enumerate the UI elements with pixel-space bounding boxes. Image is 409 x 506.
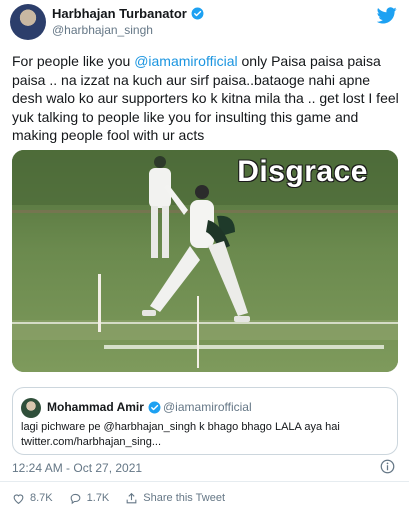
share-action[interactable]: Share this Tweet xyxy=(125,492,225,505)
quoted-link[interactable]: twitter.com/harbhajan_sing... xyxy=(21,435,391,450)
like-action[interactable]: 8.7K xyxy=(12,492,53,505)
share-label: Share this Tweet xyxy=(143,492,226,504)
author-name[interactable]: Harbhajan Turbanator xyxy=(52,6,204,21)
verified-badge-icon xyxy=(148,401,161,413)
quoted-author-avatar xyxy=(21,398,41,418)
quoted-author-name-text: Mohammad Amir xyxy=(47,400,144,414)
quoted-tweet[interactable]: Mohammad Amir @iamamirofficial lagi pich… xyxy=(12,387,398,455)
author-name-text: Harbhajan Turbanator xyxy=(52,6,187,21)
quoted-text-line: lagi pichware pe @harbhajan_singh k bhag… xyxy=(21,421,340,433)
tweet-actions: 8.7K 1.7K Share this Tweet xyxy=(12,490,241,506)
like-count: 8.7K xyxy=(30,492,53,504)
quoted-tweet-text: lagi pichware pe @harbhajan_singh k bhag… xyxy=(21,420,391,450)
quoted-author-name: Mohammad Amir xyxy=(47,400,161,414)
tweet-media-video[interactable]: Disgrace xyxy=(12,150,398,372)
tweet-timestamp[interactable]: 12:24 AM - Oct 27, 2021 xyxy=(12,461,142,475)
author-avatar[interactable] xyxy=(10,4,46,40)
reply-icon xyxy=(70,493,81,504)
quoted-author-handle: @iamamirofficial xyxy=(163,400,252,414)
reply-count: 1.7K xyxy=(86,492,110,504)
heart-icon xyxy=(13,493,24,504)
verified-badge-icon xyxy=(191,7,204,20)
tweet-card: Harbhajan Turbanator @harbhajan_singh Fo… xyxy=(0,0,409,505)
divider xyxy=(0,481,409,482)
author-handle[interactable]: @harbhajan_singh xyxy=(52,23,153,37)
share-icon xyxy=(126,492,137,503)
reply-action[interactable]: 1.7K xyxy=(69,492,110,505)
media-caption: Disgrace xyxy=(237,155,368,188)
twitter-bird-icon[interactable] xyxy=(377,7,397,24)
mention-link[interactable]: @iamamirofficial xyxy=(134,53,237,69)
info-icon[interactable] xyxy=(380,459,395,474)
tweet-text-prefix: For people like you xyxy=(12,53,135,69)
tweet-text: For people like you @iamamirofficial onl… xyxy=(12,52,400,145)
